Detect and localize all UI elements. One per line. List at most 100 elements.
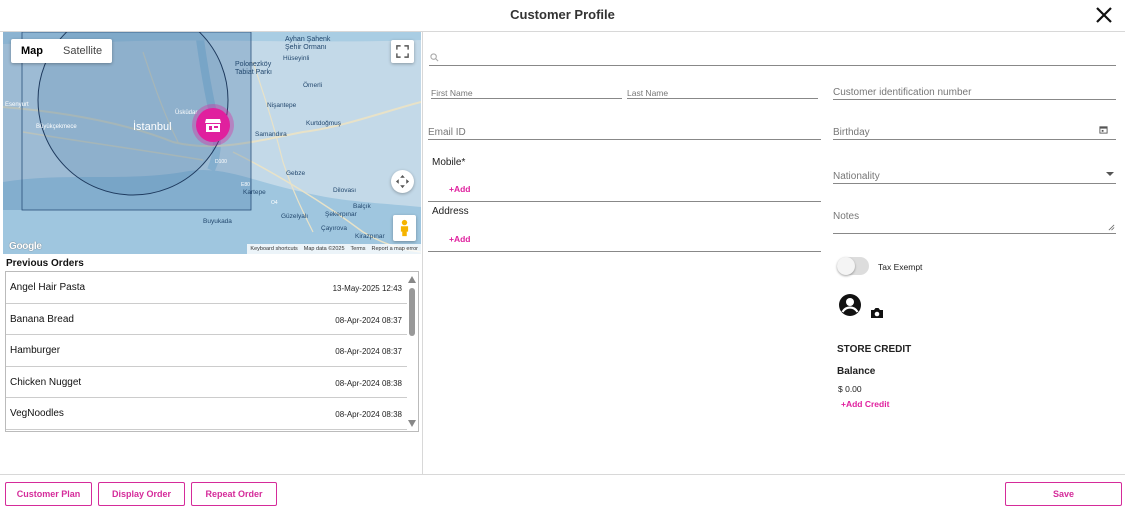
map-label: Tabiat Parkı: [235, 69, 272, 76]
add-mobile-link[interactable]: +Add: [449, 184, 471, 194]
map-label: Gebze: [286, 170, 306, 177]
map-background: İstanbul Ayhan Şahenk Şehir Ormanı Polon…: [3, 32, 421, 254]
left-panel: İstanbul Ayhan Şahenk Şehir Ormanı Polon…: [0, 32, 423, 474]
fullscreen-button[interactable]: [391, 40, 414, 63]
add-credit-link[interactable]: +Add Credit: [841, 399, 889, 409]
map-label: Samandıra: [255, 131, 287, 138]
keyboard-shortcuts-link[interactable]: Keyboard shortcuts: [247, 246, 300, 252]
dialog-footer: Customer Plan Display Order Repeat Order…: [0, 474, 1125, 511]
nationality-select[interactable]: [833, 168, 1093, 185]
orders-scrollbar[interactable]: [406, 272, 418, 431]
map-label: Kirazpınar: [355, 233, 385, 240]
notes-field: [833, 206, 1116, 234]
order-date: 08-Apr-2024 08:37: [335, 315, 402, 325]
list-item[interactable]: Chicken Nugget 08-Apr-2024 08:38: [6, 367, 407, 398]
avatar-icon: [839, 294, 861, 316]
map-label: Balçık: [353, 203, 371, 210]
order-name: Chicken Nugget: [10, 376, 82, 388]
order-name: VegNoodles: [10, 408, 64, 419]
email-field: [428, 122, 821, 141]
store-marker[interactable]: [196, 108, 230, 142]
map-label: Kartepe: [243, 189, 266, 196]
save-button[interactable]: Save: [1005, 482, 1122, 506]
resize-handle-icon[interactable]: [1108, 224, 1115, 231]
map-data-text: Map data ©2025: [303, 246, 345, 252]
dialog-title: Customer Profile: [510, 7, 615, 22]
map-label: Esenyurt: [5, 102, 29, 108]
first-name-field: [431, 83, 622, 100]
notes-textarea[interactable]: [833, 208, 1116, 225]
map-label: Şekerpınar: [325, 211, 358, 218]
previous-orders-list: Angel Hair Pasta 13-May-2025 12:43 Banan…: [5, 271, 419, 432]
address-label: Address: [432, 206, 469, 217]
tax-exempt-toggle[interactable]: [837, 257, 869, 275]
map-label: Dilovası: [333, 187, 356, 194]
map-label: Büyükçekmece: [36, 124, 77, 130]
mobile-divider: [428, 201, 821, 202]
move-arrows-icon: [395, 174, 410, 189]
order-name: Angel Hair Pasta: [10, 282, 86, 293]
map-view[interactable]: İstanbul Ayhan Şahenk Şehir Ormanı Polon…: [3, 32, 421, 254]
pegman-icon: [400, 219, 409, 237]
map-label: Güzelyalı: [281, 213, 308, 220]
first-name-input[interactable]: [431, 86, 622, 100]
scrollbar-thumb[interactable]: [409, 288, 415, 336]
street-view-pegman[interactable]: [393, 215, 416, 241]
customer-id-field: [833, 82, 1116, 101]
map-label: Çayırova: [321, 225, 347, 232]
display-order-button[interactable]: Display Order: [98, 482, 185, 506]
map-label: Polonezköy: [235, 61, 272, 68]
map-label: Kurtdoğmuş: [306, 120, 342, 127]
email-input[interactable]: [428, 124, 821, 141]
map-road-label: D100: [215, 159, 227, 165]
chevron-down-icon[interactable]: [1106, 172, 1114, 176]
balance-label: Balance: [837, 366, 876, 377]
camera-icon[interactable]: [870, 307, 884, 319]
map-type-map-button[interactable]: Map: [11, 39, 53, 63]
report-map-error-link[interactable]: Report a map error: [369, 246, 421, 252]
order-name: Banana Bread: [10, 313, 74, 325]
map-label: Ayhan Şahenk: [285, 36, 331, 43]
map-type-control: Map Satellite: [11, 39, 113, 63]
map-road-label: E80: [241, 182, 250, 188]
scroll-up-icon[interactable]: [408, 276, 416, 283]
search-field: [429, 48, 1116, 67]
last-name-field: [627, 83, 818, 100]
list-item[interactable]: Hamburger 08-Apr-2024 08:37: [6, 335, 407, 367]
map-type-satellite-button[interactable]: Satellite: [53, 39, 112, 63]
order-date: 13-May-2025 12:43: [332, 284, 402, 293]
map-label: Üsküdar: [175, 109, 197, 116]
fullscreen-icon: [396, 45, 409, 58]
map-label: Buyukada: [203, 218, 232, 225]
customer-plan-button[interactable]: Customer Plan: [5, 482, 92, 506]
camera-control-button[interactable]: [391, 170, 414, 193]
search-input[interactable]: [429, 50, 1116, 67]
calendar-icon[interactable]: [1099, 125, 1108, 134]
store-credit-title: STORE CREDIT: [837, 344, 912, 355]
order-date: 08-Apr-2024 08:38: [335, 378, 402, 388]
close-icon[interactable]: [1094, 5, 1114, 25]
google-logo: Google: [9, 241, 42, 252]
customer-id-input[interactable]: [833, 84, 1116, 101]
dialog-header: Customer Profile: [0, 0, 1125, 32]
list-item[interactable]: Banana Bread 08-Apr-2024 08:37: [6, 304, 407, 335]
balance-value: $ 0.00: [838, 384, 862, 394]
address-divider: [428, 251, 821, 252]
nationality-field: [833, 166, 1116, 185]
previous-orders-title: Previous Orders: [6, 258, 84, 269]
list-item[interactable]: Angel Hair Pasta 13-May-2025 12:43: [6, 272, 407, 304]
mobile-label: Mobile*: [432, 157, 466, 168]
order-name: Hamburger: [10, 345, 61, 356]
list-item[interactable]: VegNoodles 08-Apr-2024 08:38: [6, 398, 407, 430]
terms-link[interactable]: Terms: [348, 246, 369, 252]
store-icon: [205, 119, 221, 132]
repeat-order-button[interactable]: Repeat Order: [191, 482, 277, 506]
birthday-input[interactable]: [833, 124, 1093, 141]
map-label-istanbul: İstanbul: [133, 120, 172, 133]
map-label: Ömerli: [303, 81, 322, 89]
last-name-input[interactable]: [627, 86, 818, 100]
order-date: 08-Apr-2024 08:37: [335, 347, 402, 356]
scroll-down-icon[interactable]: [408, 420, 416, 427]
map-label: Hüseyinli: [283, 55, 309, 62]
add-address-link[interactable]: +Add: [449, 234, 471, 244]
